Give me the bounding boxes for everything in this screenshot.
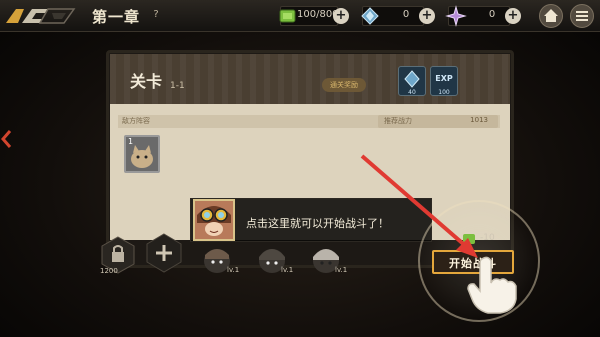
pointing-hand-icon	[467, 256, 517, 314]
